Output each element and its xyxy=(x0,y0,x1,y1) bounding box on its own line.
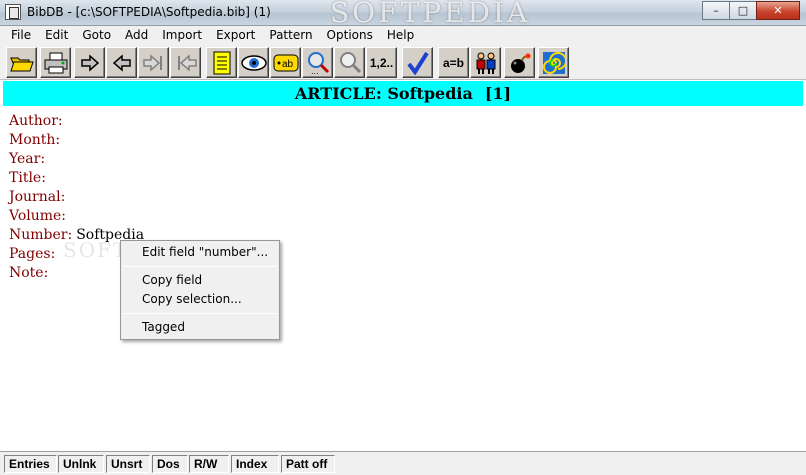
first-record-button[interactable] xyxy=(170,47,201,78)
field-note[interactable]: Note: xyxy=(9,264,52,283)
window-controls: – □ ✕ xyxy=(702,1,800,20)
ctx-separator xyxy=(124,266,276,267)
record-index: [1] xyxy=(484,84,512,103)
status-bar: Entries Unlnk Unsrt Dos R/W Index Patt o… xyxy=(0,451,806,475)
app-icon[interactable] xyxy=(5,4,21,20)
status-dos: Dos xyxy=(152,455,188,473)
status-entries: Entries xyxy=(4,455,57,473)
menu-add[interactable]: Add xyxy=(118,26,155,45)
close-button[interactable]: ✕ xyxy=(756,1,800,20)
bomb-icon xyxy=(510,53,530,73)
menu-bar: File Edit Goto Add Import Export Pattern… xyxy=(0,26,806,45)
field-author[interactable]: Author: xyxy=(9,112,67,131)
svg-text:ab: ab xyxy=(282,59,294,70)
field-volume[interactable]: Volume: xyxy=(9,207,70,226)
edit-field-icon: ab xyxy=(273,54,298,71)
menu-options[interactable]: Options xyxy=(320,26,380,45)
maximize-button[interactable]: □ xyxy=(729,1,757,20)
svg-text:...: ... xyxy=(311,67,319,75)
toolbar: ab ... 1,2.. a=b xyxy=(0,45,806,80)
people-icon xyxy=(476,52,495,74)
title-bar: BibDB - [c:\SOFTPEDIA\Softpedia.bib] (1)… xyxy=(0,0,806,29)
field-label: Year: xyxy=(9,151,46,167)
ctx-copy-selection[interactable]: Copy selection... xyxy=(142,292,242,306)
print-button[interactable] xyxy=(40,47,71,78)
field-label: Author: xyxy=(9,113,63,129)
prev-record-button[interactable] xyxy=(106,47,137,78)
record-type-label: ARTICLE: Softpedia xyxy=(294,84,473,103)
menu-help[interactable]: Help xyxy=(380,26,421,45)
print-icon xyxy=(44,52,67,73)
field-year[interactable]: Year: xyxy=(9,150,49,169)
spiral-icon xyxy=(542,51,566,74)
field-label: Volume: xyxy=(9,208,67,224)
field-label: Pages: xyxy=(9,246,56,262)
field-journal[interactable]: Journal: xyxy=(9,188,69,207)
minimize-button[interactable]: – xyxy=(702,1,730,20)
menu-export[interactable]: Export xyxy=(209,26,262,45)
edit-field-button[interactable]: ab xyxy=(270,47,301,78)
menu-import[interactable]: Import xyxy=(155,26,209,45)
last-record-button[interactable] xyxy=(138,47,169,78)
open-button[interactable] xyxy=(6,47,37,78)
first-record-icon xyxy=(177,53,197,72)
field-label: Title: xyxy=(9,170,46,186)
context-menu: Edit field "number"... Copy field Copy s… xyxy=(120,240,280,340)
status-unlink: Unlnk xyxy=(58,455,104,473)
record-header: ARTICLE: Softpedia [1] xyxy=(3,81,803,106)
menu-pattern[interactable]: Pattern xyxy=(262,26,319,45)
ctx-edit-field[interactable]: Edit field "number"... xyxy=(142,245,268,259)
last-record-icon xyxy=(142,53,162,72)
view-button[interactable] xyxy=(238,47,269,78)
view-eye-icon xyxy=(240,54,267,71)
notepad-icon xyxy=(213,51,230,74)
next-arrow-icon xyxy=(80,53,99,72)
field-label: Month: xyxy=(9,132,61,148)
ctx-separator xyxy=(124,313,276,314)
ctx-copy-field[interactable]: Copy field xyxy=(142,273,202,287)
next-record-button[interactable] xyxy=(74,47,105,78)
search-button[interactable] xyxy=(334,47,365,78)
numbering-button[interactable]: 1,2.. xyxy=(366,47,397,78)
notepad-button[interactable] xyxy=(206,47,237,78)
checkmark-icon xyxy=(406,51,429,75)
ctx-tagged[interactable]: Tagged xyxy=(142,320,185,334)
compare-icon: a=b xyxy=(442,55,464,70)
window-title: BibDB - [c:\SOFTPEDIA\Softpedia.bib] (1) xyxy=(27,5,271,19)
menu-edit[interactable]: Edit xyxy=(38,26,75,45)
compare-button[interactable]: a=b xyxy=(438,47,469,78)
status-unsorted: Unsrt xyxy=(106,455,150,473)
numbering-icon: 1,2.. xyxy=(369,55,394,70)
field-pages[interactable]: Pages: xyxy=(9,245,59,264)
spiral-button[interactable] xyxy=(538,47,569,78)
find-next-button[interactable]: ... xyxy=(302,47,333,78)
prev-arrow-icon xyxy=(112,53,131,72)
search-icon xyxy=(339,51,361,73)
people-button[interactable] xyxy=(470,47,501,78)
delete-button[interactable] xyxy=(504,47,535,78)
menu-file[interactable]: File xyxy=(4,26,38,45)
field-label: Note: xyxy=(9,265,49,281)
menu-goto[interactable]: Goto xyxy=(75,26,118,45)
watermark: SOFTPEDIA xyxy=(330,0,531,29)
check-button[interactable] xyxy=(402,47,433,78)
status-read-write: R/W xyxy=(189,455,229,473)
open-folder-icon xyxy=(9,57,34,71)
status-pattern: Patt off xyxy=(281,455,335,473)
field-title[interactable]: Title: xyxy=(9,169,50,188)
field-label: Journal: xyxy=(9,189,66,205)
status-index: Index xyxy=(231,455,279,473)
field-month[interactable]: Month: xyxy=(9,131,64,150)
find-next-icon: ... xyxy=(307,51,329,75)
